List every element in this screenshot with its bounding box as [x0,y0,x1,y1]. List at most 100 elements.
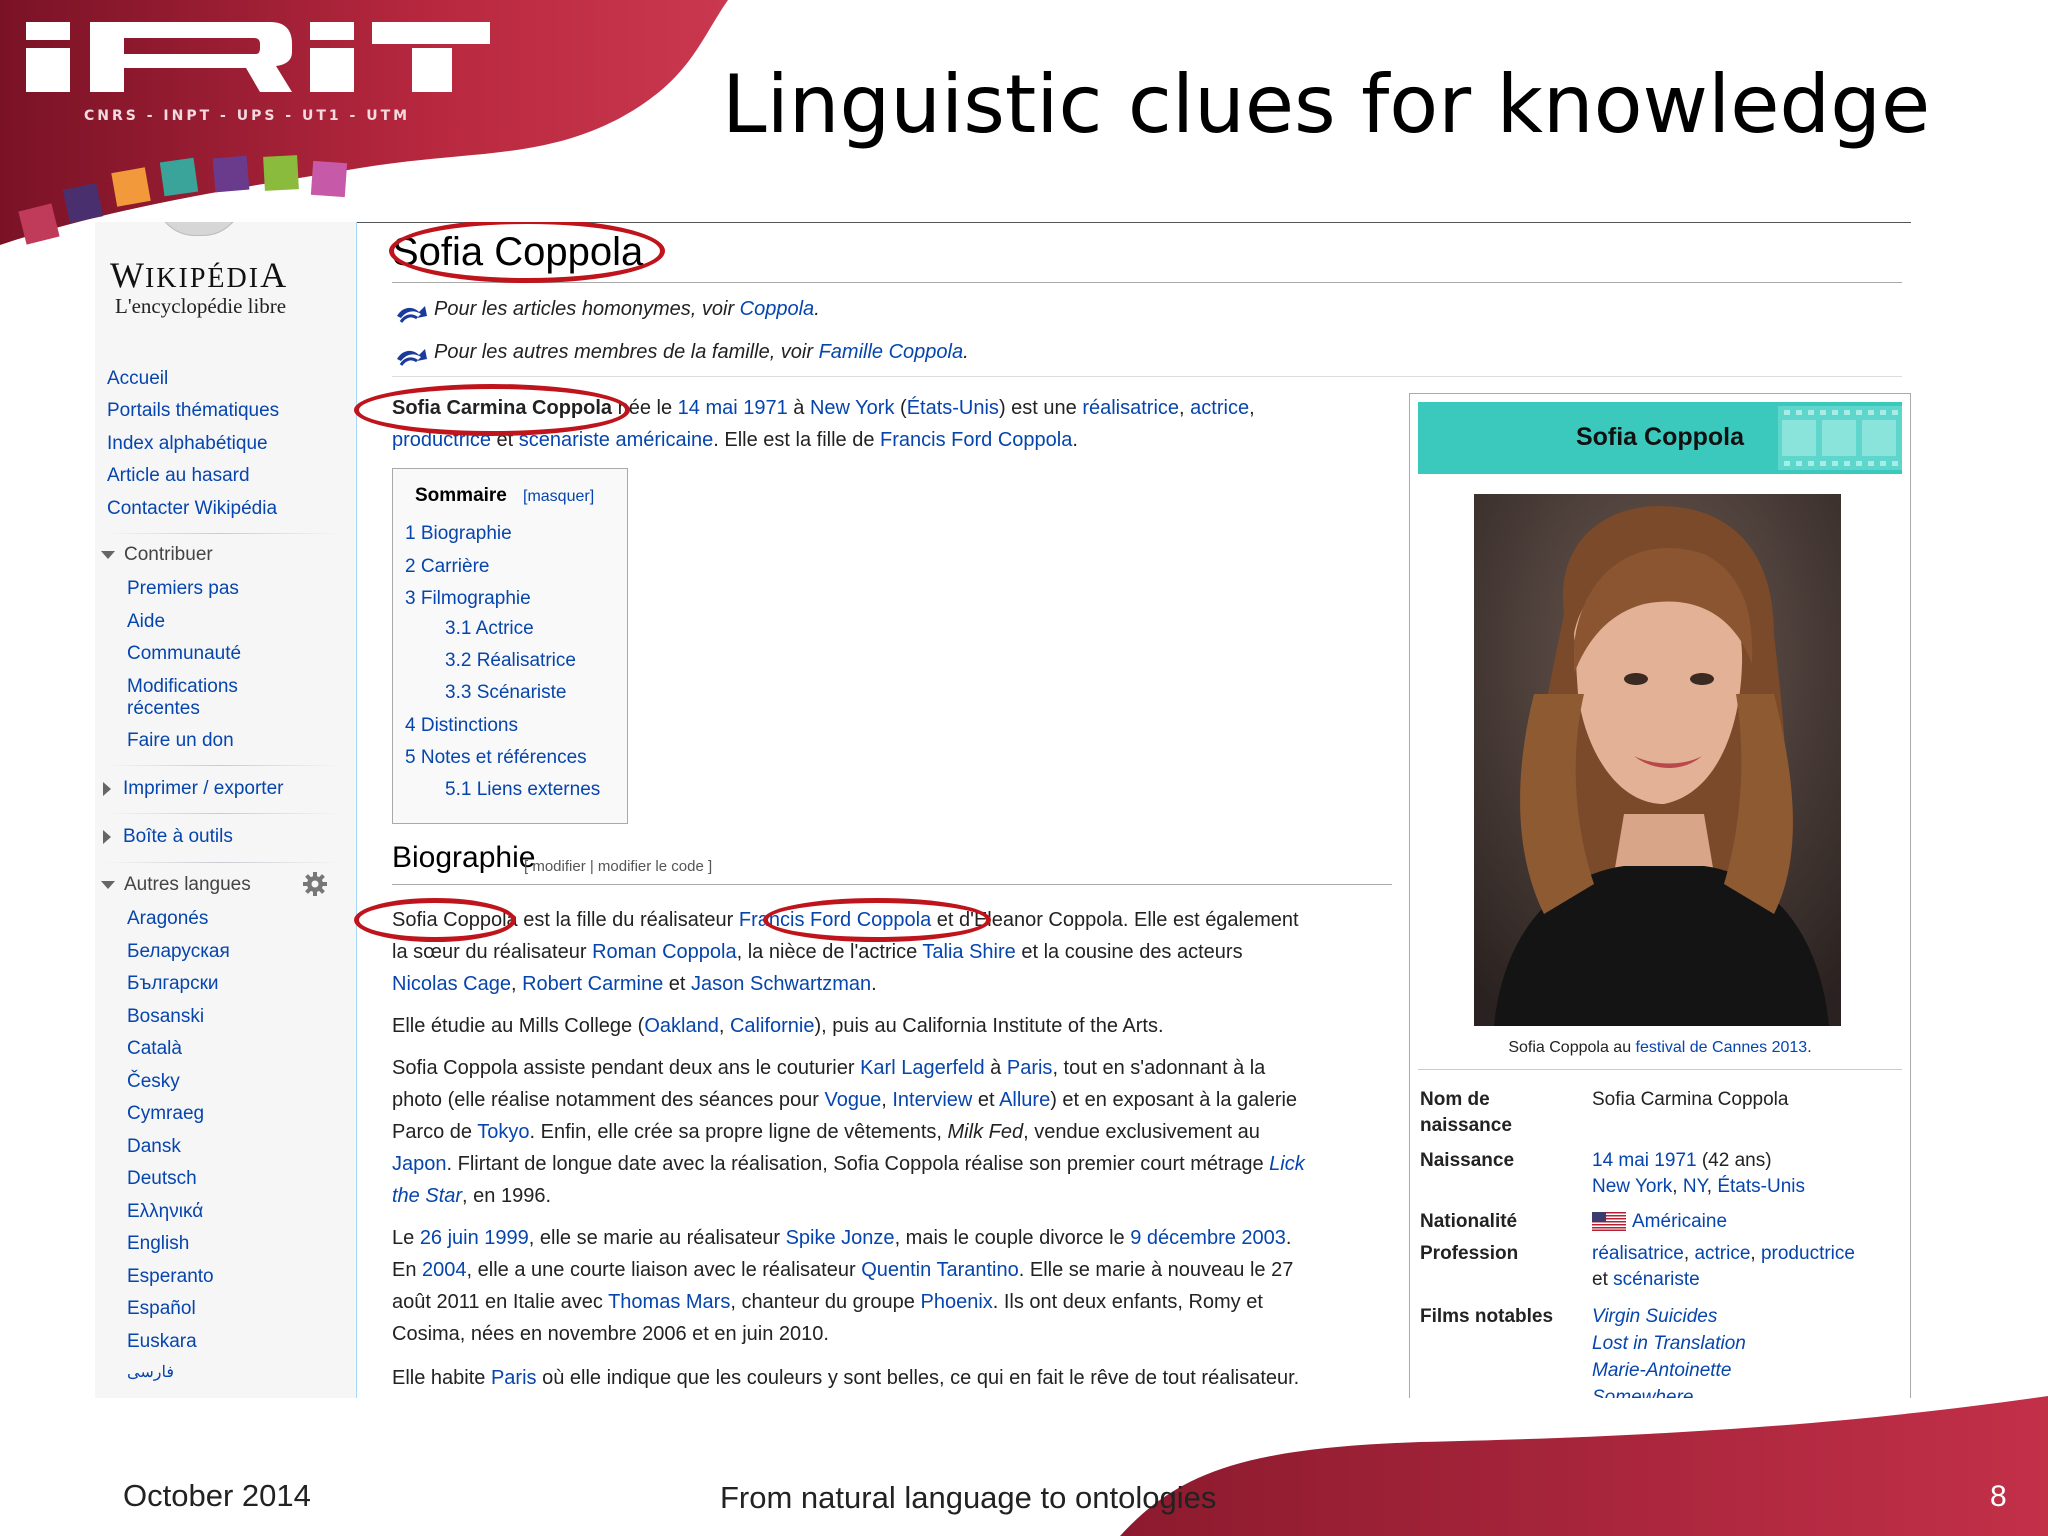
link-productrice[interactable]: productrice [392,429,491,451]
link-lick-the-star[interactable]: the Star [392,1185,462,1207]
link-actrice[interactable]: actrice [1190,397,1249,419]
toc-item[interactable]: 5.1 Liens externes [445,779,600,801]
lang-item[interactable]: Беларуская [127,941,230,963]
link-interview[interactable]: Interview [892,1089,972,1111]
nav-hasard[interactable]: Article au hasard [107,465,250,487]
link-phoenix[interactable]: Phoenix [920,1291,992,1313]
text: , mais le couple divorce le [894,1227,1131,1249]
link-date[interactable]: 26 juin 1999 [420,1227,529,1249]
link-realisatrice[interactable]: réalisatrice [1082,397,1179,419]
lang-item[interactable]: Dansk [127,1136,181,1158]
hatnote-link-famille[interactable]: Famille Coppola [819,341,964,363]
film-link[interactable]: Virgin Suicides [1592,1304,1717,1330]
lang-item[interactable]: Español [127,1298,196,1320]
link-paris[interactable]: Paris [491,1367,537,1389]
toc-item[interactable]: 3.1 Actrice [445,618,534,640]
link-paris[interactable]: Paris [1007,1057,1053,1079]
link-realisatrice[interactable]: réalisatrice [1592,1243,1684,1264]
hatnote-link-coppola[interactable]: Coppola [740,298,815,320]
toc-item[interactable]: 3 Filmographie [405,588,531,610]
nav-accueil[interactable]: Accueil [107,368,168,390]
nav-premiers-pas[interactable]: Premiers pas [127,578,239,600]
link-ny[interactable]: NY [1683,1176,1707,1197]
link-etats-unis[interactable]: États-Unis [1717,1176,1805,1197]
link-allure[interactable]: Allure [999,1089,1050,1111]
link-spike-jonze[interactable]: Spike Jonze [786,1227,895,1249]
link-lick-the-star[interactable]: Lick [1269,1153,1305,1175]
link-thomas-mars[interactable]: Thomas Mars [608,1291,730,1313]
link-etats-unis[interactable]: États-Unis [907,397,999,419]
link-actrice[interactable]: actrice [1694,1243,1750,1264]
toc-item[interactable]: 3.3 Scénariste [445,682,566,704]
link-date[interactable]: 14 mai 1971 [678,397,788,419]
link-roman-coppola[interactable]: Roman Coppola [592,941,737,963]
lang-item[interactable]: Deutsch [127,1168,197,1190]
expand-triangle-icon [103,781,111,796]
film-link[interactable]: Marie-Antoinette [1592,1358,1731,1384]
lang-item[interactable]: Ελληνικά [127,1201,203,1223]
nav-communaute[interactable]: Communauté [127,643,241,665]
autres-langues-heading[interactable]: Autres langues [101,874,251,896]
link-birth-date[interactable]: 14 mai 1971 [1592,1150,1697,1171]
link-francis-ford-coppola[interactable]: Francis Ford Coppola [880,429,1072,451]
link-quentin-tarantino[interactable]: Quentin Tarantino [861,1259,1019,1281]
link-californie[interactable]: Californie [730,1015,814,1037]
link-talia-shire[interactable]: Talia Shire [922,941,1015,963]
lang-item[interactable]: Euskara [127,1331,197,1353]
nav-contacter[interactable]: Contacter Wikipédia [107,498,277,520]
hatnote-rule [392,376,1902,377]
expand-triangle-icon [103,829,111,844]
link-americaine[interactable]: Américaine [1632,1211,1727,1232]
tools-toggle[interactable]: Boîte à outils [103,826,233,848]
link-japon[interactable]: Japon [392,1153,447,1175]
lang-item[interactable]: Català [127,1038,182,1060]
link-date[interactable]: 9 décembre 2003 [1130,1227,1286,1249]
lang-item[interactable]: Česky [127,1071,180,1093]
link-vogue[interactable]: Vogue [824,1089,881,1111]
link-productrice[interactable]: productrice [1761,1243,1855,1264]
section-edit-links[interactable]: [ modifier | modifier le code ] [524,858,712,875]
text: , [1750,1243,1761,1264]
toc-item[interactable]: 2 Carrière [405,556,489,578]
toc-item[interactable]: 5 Notes et références [405,747,587,769]
toc-item[interactable]: 3.2 Réalisatrice [445,650,576,672]
lang-item[interactable]: Aragonés [127,908,208,930]
print-export-toggle[interactable]: Imprimer / exporter [103,778,283,800]
link-karl-lagerfeld[interactable]: Karl Lagerfeld [860,1057,985,1079]
toc-hide-link[interactable]: [masquer] [523,488,594,506]
link-francis-ford-coppola[interactable]: Francis Ford Coppola [739,909,931,931]
link-jason-schwartzman[interactable]: Jason Schwartzman [691,973,871,995]
link-nicolas-cage[interactable]: Nicolas Cage [392,973,511,995]
link-2004[interactable]: 2004 [422,1259,467,1281]
toc-item[interactable]: 1 Biographie [405,523,512,545]
link-tokyo[interactable]: Tokyo [477,1121,529,1143]
wikipedia-wordmark[interactable]: WIKIPÉDIA [110,254,287,296]
link-new-york[interactable]: New York [810,397,895,419]
film-link[interactable]: Lost in Translation [1592,1331,1746,1357]
link-festival-de-cannes[interactable]: festival de Cannes 2013 [1636,1039,1808,1056]
lang-item[interactable]: فارسی [127,1362,174,1382]
wikipedia-globe-icon[interactable] [155,222,243,236]
nav-aide[interactable]: Aide [127,611,165,633]
nav-faire-un-don[interactable]: Faire un don [127,730,234,752]
gear-icon[interactable] [303,872,327,896]
contribuer-heading[interactable]: Contribuer [101,544,213,566]
link-scenariste[interactable]: scénariste [1613,1269,1700,1290]
nav-portails[interactable]: Portails thématiques [107,400,279,422]
link-americaine[interactable]: américaine [615,429,713,451]
toc-item[interactable]: 4 Distinctions [405,715,518,737]
lang-item[interactable]: Esperanto [127,1266,214,1288]
lang-item[interactable]: Български [127,973,219,995]
lang-item[interactable]: English [127,1233,189,1255]
lang-item[interactable]: Cymraeg [127,1103,204,1125]
link-new-york[interactable]: New York [1592,1176,1672,1197]
portrait-photo[interactable] [1474,494,1841,1026]
film-link[interactable]: Somewhere [1592,1385,1693,1398]
lang-item[interactable]: Bosanski [127,1006,204,1028]
nav-modifications[interactable]: Modifications [127,676,238,698]
link-robert-carmine[interactable]: Robert Carmine [522,973,663,995]
link-oakland[interactable]: Oakland [644,1015,719,1037]
nav-index[interactable]: Index alphabétique [107,433,268,455]
nav-modifications-recentes[interactable]: récentes [127,698,200,720]
link-scenariste[interactable]: scénariste [519,429,610,451]
